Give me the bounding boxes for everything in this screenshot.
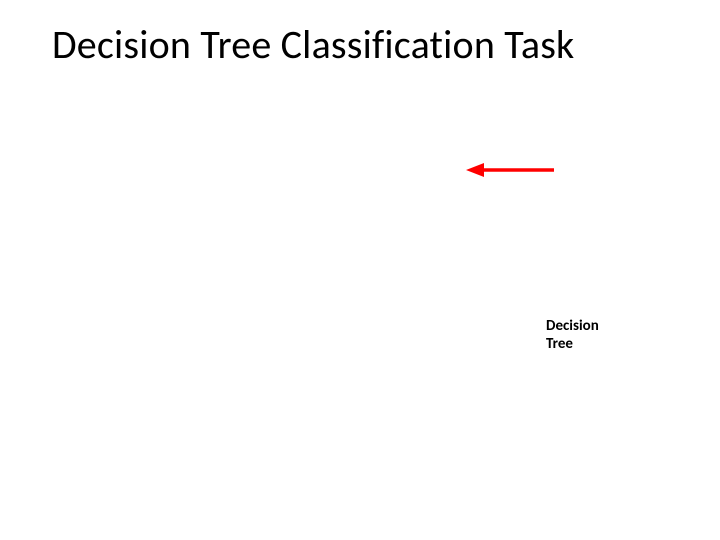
decision-tree-label: Decision Tree bbox=[546, 317, 599, 353]
slide-title: Decision Tree Classification Task bbox=[52, 20, 574, 69]
label-line-2: Tree bbox=[546, 335, 599, 353]
label-line-1: Decision bbox=[546, 317, 599, 335]
red-arrow bbox=[466, 161, 554, 179]
arrow-left-icon bbox=[466, 161, 554, 179]
